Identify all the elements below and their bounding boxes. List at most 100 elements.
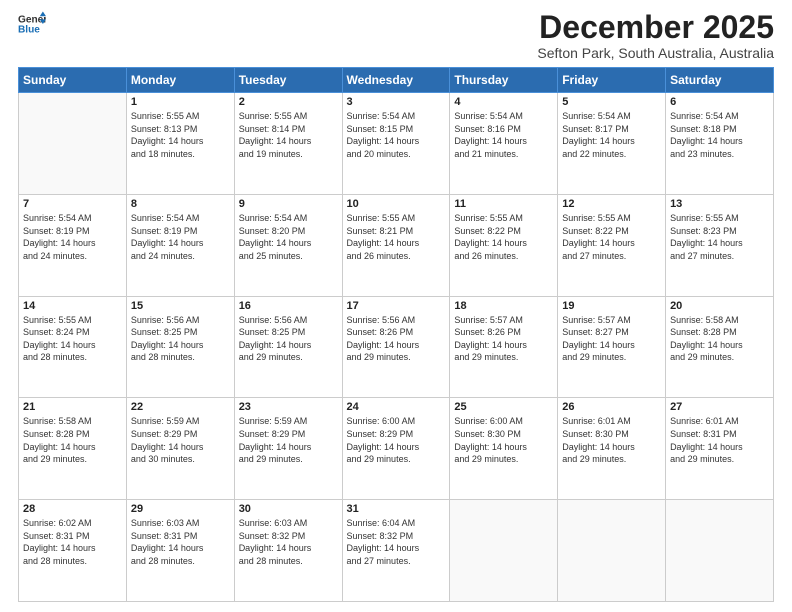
logo-icon: General Blue	[18, 10, 46, 38]
calendar-cell: 7 Sunrise: 5:54 AM Sunset: 8:19 PM Daylig…	[19, 194, 127, 296]
calendar-cell: 8 Sunrise: 5:54 AM Sunset: 8:19 PM Daylig…	[126, 194, 234, 296]
weekday-header-cell: Sunday	[19, 68, 127, 93]
day-info: Sunrise: 5:56 AM Sunset: 8:25 PM Dayligh…	[239, 314, 338, 364]
day-info: Sunrise: 5:59 AM Sunset: 8:29 PM Dayligh…	[239, 415, 338, 465]
calendar-cell: 2 Sunrise: 5:55 AM Sunset: 8:14 PM Daylig…	[234, 93, 342, 195]
day-number: 11	[454, 198, 553, 210]
day-number: 28	[23, 503, 122, 515]
day-number: 30	[239, 503, 338, 515]
calendar-cell: 11 Sunrise: 5:55 AM Sunset: 8:22 PM Dayli…	[450, 194, 558, 296]
calendar-cell	[19, 93, 127, 195]
day-number: 18	[454, 300, 553, 312]
calendar-cell: 3 Sunrise: 5:54 AM Sunset: 8:15 PM Daylig…	[342, 93, 450, 195]
day-info: Sunrise: 5:55 AM Sunset: 8:21 PM Dayligh…	[347, 212, 446, 262]
day-info: Sunrise: 5:54 AM Sunset: 8:17 PM Dayligh…	[562, 110, 661, 160]
day-info: Sunrise: 5:57 AM Sunset: 8:26 PM Dayligh…	[454, 314, 553, 364]
day-info: Sunrise: 5:59 AM Sunset: 8:29 PM Dayligh…	[131, 415, 230, 465]
calendar-cell: 16 Sunrise: 5:56 AM Sunset: 8:25 PM Dayli…	[234, 296, 342, 398]
calendar-week-row: 1 Sunrise: 5:55 AM Sunset: 8:13 PM Daylig…	[19, 93, 774, 195]
day-number: 22	[131, 401, 230, 413]
day-info: Sunrise: 6:00 AM Sunset: 8:30 PM Dayligh…	[454, 415, 553, 465]
day-info: Sunrise: 6:01 AM Sunset: 8:31 PM Dayligh…	[670, 415, 769, 465]
day-number: 2	[239, 96, 338, 108]
weekday-header-cell: Monday	[126, 68, 234, 93]
day-number: 27	[670, 401, 769, 413]
calendar-cell	[558, 500, 666, 602]
weekday-header-cell: Thursday	[450, 68, 558, 93]
day-number: 13	[670, 198, 769, 210]
calendar-cell: 4 Sunrise: 5:54 AM Sunset: 8:16 PM Daylig…	[450, 93, 558, 195]
calendar-cell: 14 Sunrise: 5:55 AM Sunset: 8:24 PM Dayli…	[19, 296, 127, 398]
day-info: Sunrise: 5:54 AM Sunset: 8:19 PM Dayligh…	[23, 212, 122, 262]
day-number: 21	[23, 401, 122, 413]
day-info: Sunrise: 6:03 AM Sunset: 8:31 PM Dayligh…	[131, 517, 230, 567]
day-info: Sunrise: 5:54 AM Sunset: 8:15 PM Dayligh…	[347, 110, 446, 160]
day-info: Sunrise: 5:54 AM Sunset: 8:19 PM Dayligh…	[131, 212, 230, 262]
day-info: Sunrise: 6:01 AM Sunset: 8:30 PM Dayligh…	[562, 415, 661, 465]
day-number: 3	[347, 96, 446, 108]
calendar-cell: 20 Sunrise: 5:58 AM Sunset: 8:28 PM Dayli…	[666, 296, 774, 398]
day-number: 20	[670, 300, 769, 312]
calendar-week-row: 28Sunrise: 6:02 AM Sunset: 8:31 PM Dayli…	[19, 500, 774, 602]
calendar-cell: 5Sunrise: 5:54 AM Sunset: 8:17 PM Daylig…	[558, 93, 666, 195]
calendar-table: SundayMondayTuesdayWednesdayThursdayFrid…	[18, 67, 774, 602]
calendar-cell: 17Sunrise: 5:56 AM Sunset: 8:26 PM Dayli…	[342, 296, 450, 398]
calendar-cell: 10 Sunrise: 5:55 AM Sunset: 8:21 PM Dayli…	[342, 194, 450, 296]
day-info: Sunrise: 6:03 AM Sunset: 8:32 PM Dayligh…	[239, 517, 338, 567]
header: General Blue December 2025 Sefton Park, …	[18, 10, 774, 61]
calendar-body: 1 Sunrise: 5:55 AM Sunset: 8:13 PM Daylig…	[19, 93, 774, 602]
day-number: 6	[670, 96, 769, 108]
day-number: 31	[347, 503, 446, 515]
day-info: Sunrise: 6:00 AM Sunset: 8:29 PM Dayligh…	[347, 415, 446, 465]
svg-text:Blue: Blue	[18, 25, 40, 36]
day-number: 4	[454, 96, 553, 108]
calendar-cell: 21Sunrise: 5:58 AM Sunset: 8:28 PM Dayli…	[19, 398, 127, 500]
calendar-cell	[450, 500, 558, 602]
calendar-cell: 6Sunrise: 5:54 AM Sunset: 8:18 PM Daylig…	[666, 93, 774, 195]
day-number: 9	[239, 198, 338, 210]
day-info: Sunrise: 5:58 AM Sunset: 8:28 PM Dayligh…	[670, 314, 769, 364]
page: General Blue December 2025 Sefton Park, …	[0, 0, 792, 612]
day-info: Sunrise: 5:55 AM Sunset: 8:24 PM Dayligh…	[23, 314, 122, 364]
day-number: 10	[347, 198, 446, 210]
calendar-cell: 24 Sunrise: 6:00 AM Sunset: 8:29 PM Dayli…	[342, 398, 450, 500]
day-number: 19	[562, 300, 661, 312]
day-info: Sunrise: 5:54 AM Sunset: 8:16 PM Dayligh…	[454, 110, 553, 160]
day-number: 26	[562, 401, 661, 413]
calendar-cell: 18 Sunrise: 5:57 AM Sunset: 8:26 PM Dayli…	[450, 296, 558, 398]
day-number: 29	[131, 503, 230, 515]
day-number: 1	[131, 96, 230, 108]
calendar-cell: 28Sunrise: 6:02 AM Sunset: 8:31 PM Dayli…	[19, 500, 127, 602]
day-info: Sunrise: 5:56 AM Sunset: 8:25 PM Dayligh…	[131, 314, 230, 364]
day-info: Sunrise: 5:56 AM Sunset: 8:26 PM Dayligh…	[347, 314, 446, 364]
calendar-cell: 13 Sunrise: 5:55 AM Sunset: 8:23 PM Dayli…	[666, 194, 774, 296]
day-info: Sunrise: 5:55 AM Sunset: 8:14 PM Dayligh…	[239, 110, 338, 160]
day-number: 15	[131, 300, 230, 312]
calendar-cell	[666, 500, 774, 602]
calendar-cell: 22 Sunrise: 5:59 AM Sunset: 8:29 PM Dayli…	[126, 398, 234, 500]
title-block: December 2025 Sefton Park, South Austral…	[537, 10, 774, 61]
weekday-header-cell: Saturday	[666, 68, 774, 93]
location-title: Sefton Park, South Australia, Australia	[537, 45, 774, 61]
day-number: 23	[239, 401, 338, 413]
calendar-cell: 15 Sunrise: 5:56 AM Sunset: 8:25 PM Dayli…	[126, 296, 234, 398]
weekday-header-row: SundayMondayTuesdayWednesdayThursdayFrid…	[19, 68, 774, 93]
day-info: Sunrise: 5:55 AM Sunset: 8:23 PM Dayligh…	[670, 212, 769, 262]
day-info: Sunrise: 5:55 AM Sunset: 8:13 PM Dayligh…	[131, 110, 230, 160]
weekday-header-cell: Friday	[558, 68, 666, 93]
day-info: Sunrise: 5:55 AM Sunset: 8:22 PM Dayligh…	[454, 212, 553, 262]
day-number: 16	[239, 300, 338, 312]
calendar-week-row: 21Sunrise: 5:58 AM Sunset: 8:28 PM Dayli…	[19, 398, 774, 500]
calendar-week-row: 14 Sunrise: 5:55 AM Sunset: 8:24 PM Dayli…	[19, 296, 774, 398]
day-info: Sunrise: 5:54 AM Sunset: 8:20 PM Dayligh…	[239, 212, 338, 262]
weekday-header-cell: Wednesday	[342, 68, 450, 93]
day-number: 24	[347, 401, 446, 413]
calendar-cell: 1 Sunrise: 5:55 AM Sunset: 8:13 PM Daylig…	[126, 93, 234, 195]
calendar-cell: 26 Sunrise: 6:01 AM Sunset: 8:30 PM Dayli…	[558, 398, 666, 500]
calendar-cell: 23 Sunrise: 5:59 AM Sunset: 8:29 PM Dayli…	[234, 398, 342, 500]
day-number: 8	[131, 198, 230, 210]
day-number: 14	[23, 300, 122, 312]
month-title: December 2025	[537, 10, 774, 45]
day-number: 7	[23, 198, 122, 210]
day-info: Sunrise: 6:04 AM Sunset: 8:32 PM Dayligh…	[347, 517, 446, 567]
